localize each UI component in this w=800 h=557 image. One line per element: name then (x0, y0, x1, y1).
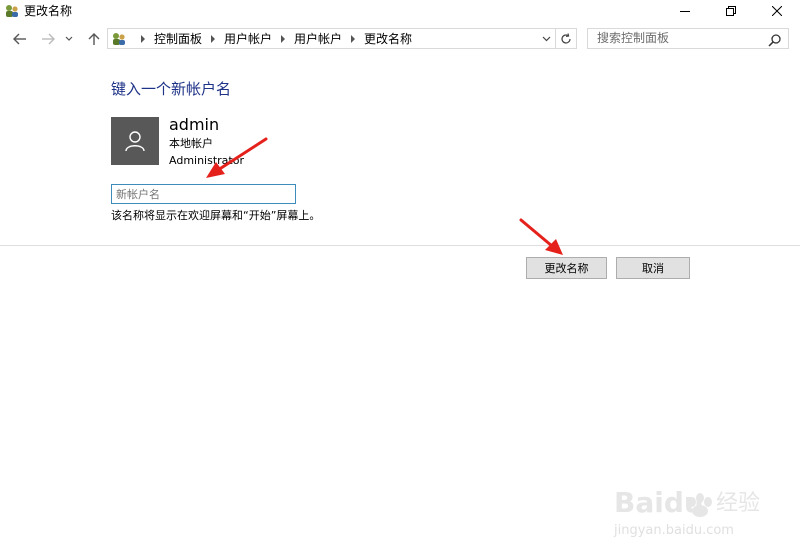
users-icon (111, 31, 127, 47)
change-name-button[interactable]: 更改名称 (526, 257, 607, 279)
breadcrumb-item[interactable]: 更改名称 (364, 30, 412, 47)
search-icon (768, 32, 782, 47)
chevron-down-icon (65, 36, 73, 41)
refresh-icon (561, 32, 571, 44)
baidu-paw-logo: Baidu 经验 jingyan.baidu.com (613, 486, 760, 538)
restore-button[interactable] (708, 0, 754, 22)
account-name: admin (169, 115, 220, 134)
breadcrumb-item[interactable]: 控制面板 (154, 30, 202, 47)
account-type: 本地帐户 (169, 137, 213, 150)
chevron-right-icon (141, 34, 145, 43)
forward-button[interactable] (39, 30, 57, 48)
title-bar: 更改名称 (0, 0, 800, 22)
breadcrumb: 控制面板 用户帐户 用户帐户 更改名称 (132, 29, 412, 48)
arrow-up-icon (88, 33, 100, 45)
chevron-right-icon (351, 34, 356, 43)
cancel-button[interactable]: 取消 (616, 257, 690, 279)
chevron-down-icon (542, 36, 550, 41)
chevron-right-icon (211, 34, 216, 43)
refresh-button[interactable] (555, 29, 576, 48)
breadcrumb-item[interactable]: 用户帐户 (224, 30, 272, 47)
arrow-right-icon (42, 33, 55, 45)
chevron-right-icon (281, 34, 286, 43)
close-icon (772, 6, 782, 16)
window-title: 更改名称 (24, 4, 73, 18)
divider (0, 245, 800, 246)
page-title: 键入一个新帐户名 (111, 80, 232, 98)
minimize-icon (680, 11, 690, 12)
up-button[interactable] (85, 30, 103, 48)
address-bar[interactable]: 控制面板 用户帐户 用户帐户 更改名称 (107, 28, 577, 49)
account-group: Administrator (169, 154, 244, 167)
back-button[interactable] (11, 30, 29, 48)
hint-text: 该名称将显示在欢迎屏幕和“开始”屏幕上。 (111, 209, 321, 222)
close-button[interactable] (754, 0, 800, 22)
arrow-left-icon (13, 33, 26, 45)
arrow-to-change-button (519, 218, 563, 255)
users-icon (4, 3, 20, 19)
search-input[interactable]: 搜索控制面板 (587, 28, 789, 49)
restore-icon (726, 6, 736, 16)
baidu-jingyan-watermark: Baidu 经验 jingyan.baidu.com (612, 482, 772, 542)
new-account-name-input[interactable] (111, 184, 296, 204)
user-icon (125, 131, 145, 152)
minimize-button[interactable] (662, 0, 708, 22)
address-history-button[interactable] (538, 29, 554, 48)
watermark-url: jingyan.baidu.com (613, 523, 734, 538)
avatar (111, 117, 159, 165)
search-placeholder: 搜索控制面板 (597, 31, 670, 45)
recent-locations-button[interactable] (63, 30, 75, 48)
breadcrumb-item[interactable]: 用户帐户 (294, 30, 342, 47)
watermark-brand-cn: 经验 (716, 491, 760, 516)
